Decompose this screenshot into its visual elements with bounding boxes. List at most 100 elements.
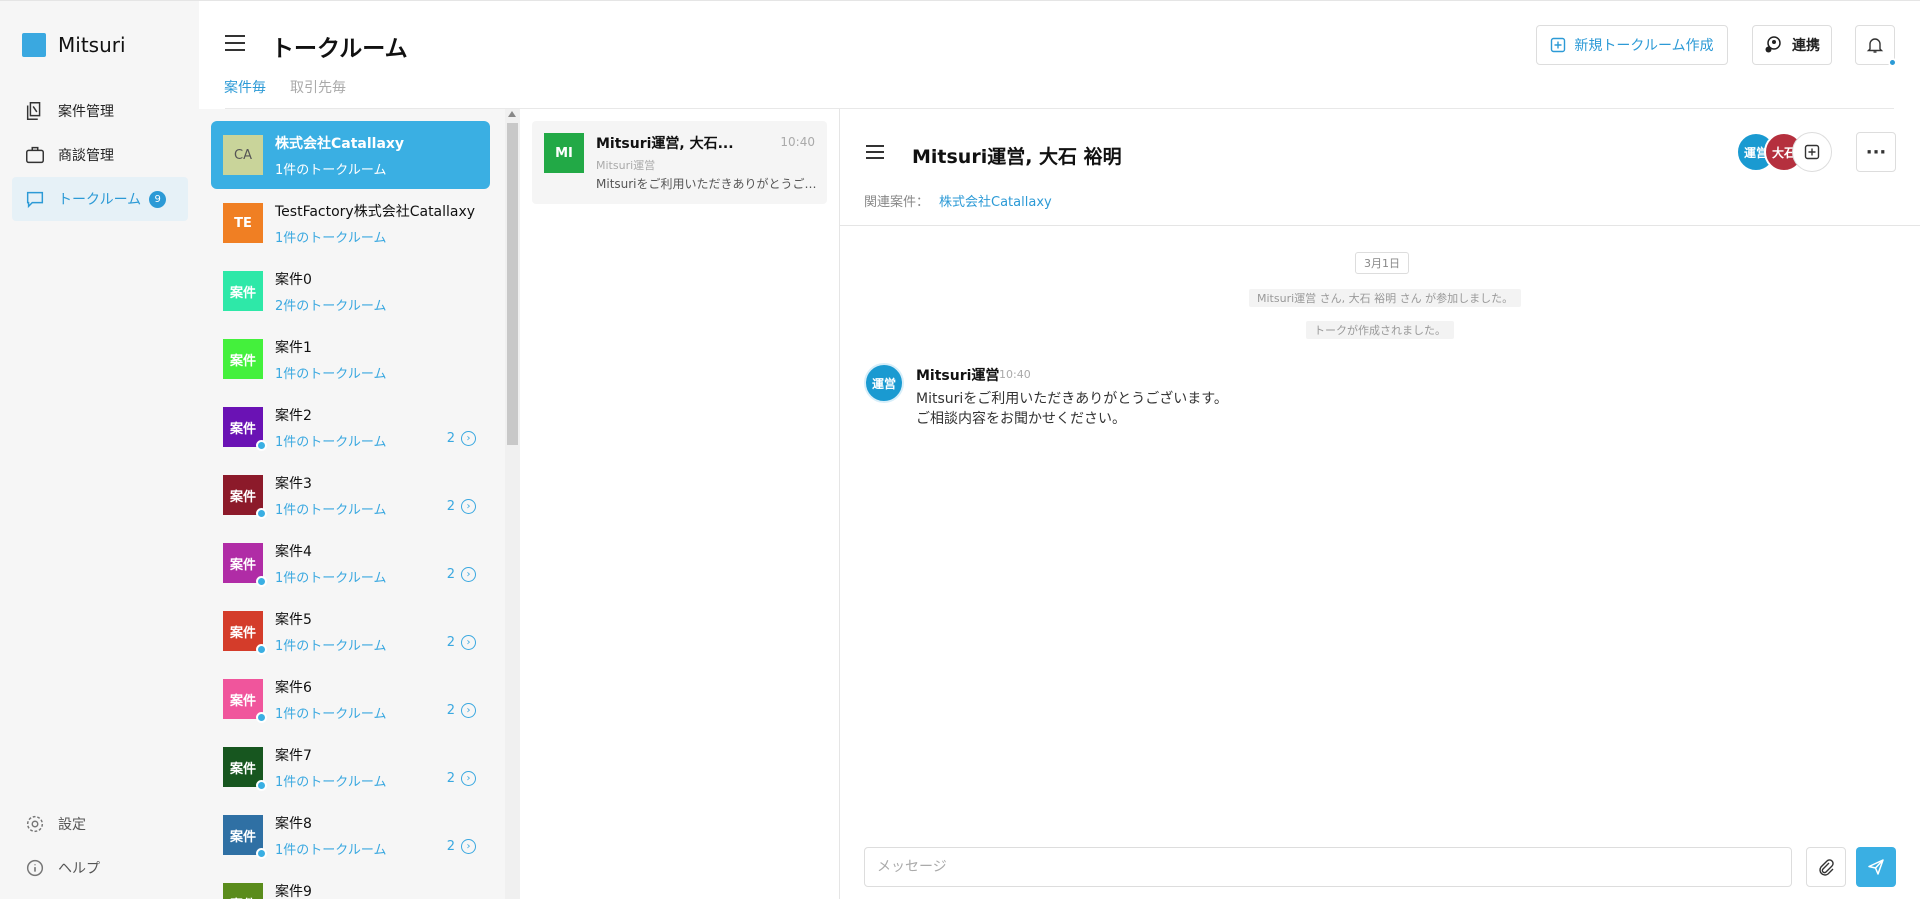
project-room-count: 1件のトークルーム: [275, 367, 387, 382]
project-avatar: 案件: [223, 611, 267, 655]
page-title: トークルーム: [271, 36, 408, 62]
paperclip-icon: [1819, 859, 1834, 876]
system-message: Mitsuri運営 さん, 大石 裕明 さん が参加しました。: [1249, 289, 1522, 307]
system-message: トークが作成されました。: [1306, 321, 1454, 339]
project-name: TestFactory株式会社Catallaxy: [275, 204, 476, 220]
message-text: ご相談内容をお聞かせください。: [916, 411, 1126, 427]
tab-bar: 案件毎 取引先毎: [224, 77, 346, 111]
project-item[interactable]: 案件 案件5 1件のトークルーム 2 ›: [211, 597, 490, 665]
project-name: 案件5: [275, 612, 312, 628]
unread-count: 2: [446, 839, 455, 854]
project-item[interactable]: 案件 案件7 1件のトークルーム 2 ›: [211, 733, 490, 801]
project-name: 案件4: [275, 544, 312, 560]
nav-item-settings[interactable]: 設定: [12, 802, 188, 846]
nav-item-label: トークルーム: [58, 192, 142, 208]
project-name: 案件1: [275, 340, 312, 356]
nav-item-label: 商談管理: [58, 148, 114, 164]
scrollbar[interactable]: [505, 109, 520, 899]
scrollbar-thumb[interactable]: [507, 123, 518, 445]
project-avatar: 案件: [223, 747, 267, 791]
project-name: 案件3: [275, 476, 312, 492]
project-item[interactable]: 案件 案件4 1件のトークルーム 2 ›: [211, 529, 490, 597]
related-project-link[interactable]: 株式会社Catallaxy: [939, 191, 1052, 210]
scroll-up-arrow[interactable]: [508, 111, 516, 117]
new-talkroom-button[interactable]: 新規トークルーム作成: [1536, 25, 1728, 65]
room-preview: Mitsuriをご利用いただきありがとうございます。: [596, 177, 818, 191]
project-item[interactable]: TE TestFactory株式会社Catallaxy 1件のトークルーム: [211, 189, 490, 257]
project-item[interactable]: 案件 案件3 1件のトークルーム 2 ›: [211, 461, 490, 529]
chevron-right-icon: ›: [461, 635, 476, 650]
connect-button[interactable]: 連携: [1752, 25, 1832, 65]
chat-bubble-icon: [26, 191, 44, 209]
project-room-count: 1件のトークルーム: [275, 843, 387, 858]
attach-button[interactable]: [1806, 847, 1846, 887]
nav-item-help[interactable]: ヘルプ: [12, 846, 188, 890]
add-member-button[interactable]: [1792, 132, 1832, 172]
brand-name: Mitsuri: [58, 33, 126, 57]
send-button[interactable]: [1856, 847, 1896, 887]
project-name: 株式会社Catallaxy: [275, 136, 405, 152]
project-avatar: CA: [223, 135, 263, 175]
message-time: 10:40: [999, 368, 1031, 381]
project-room-count: 1件のトークルーム: [275, 571, 387, 586]
menu-icon[interactable]: [225, 35, 245, 51]
project-name: 案件9: [275, 884, 312, 899]
message-sender: Mitsuri運営: [916, 368, 1000, 384]
project-avatar: TE: [223, 203, 263, 243]
project-avatar: 案件: [223, 883, 263, 899]
chat-panel: Mitsuri運営, 大石 裕明 関連案件： 株式会社Catallaxy 運営 …: [840, 109, 1920, 899]
message-input[interactable]: [864, 847, 1792, 887]
project-unread: 2 ›: [447, 839, 476, 854]
project-unread: 2 ›: [447, 703, 476, 718]
project-name: 案件2: [275, 408, 312, 424]
more-options-button[interactable]: ···: [1856, 132, 1896, 172]
nav-item-deals[interactable]: 商談管理: [12, 133, 188, 177]
room-item[interactable]: MI Mitsuri運営, 大石... 10:40 Mitsuri運営 Mits…: [532, 121, 827, 204]
unread-dot: [256, 780, 267, 791]
project-unread: 2 ›: [447, 771, 476, 786]
unread-badge: 9: [149, 190, 167, 208]
project-room-count: 1件のトークルーム: [275, 435, 387, 450]
related-project-label: 関連案件：: [864, 195, 930, 210]
room-list: MI Mitsuri運営, 大石... 10:40 Mitsuri運営 Mits…: [520, 109, 840, 899]
project-item[interactable]: CA 株式会社Catallaxy 1件のトークルーム: [211, 121, 490, 189]
unread-dot: [256, 508, 267, 519]
related-project: 関連案件： 株式会社Catallaxy: [864, 191, 1052, 210]
project-unread: 2 ›: [447, 567, 476, 582]
bell-icon: [1866, 38, 1884, 53]
nav-item-talkroom[interactable]: トークルーム 9: [12, 177, 188, 221]
project-avatar: 案件: [223, 339, 263, 379]
project-avatar: 案件: [223, 815, 267, 859]
project-item[interactable]: 案件 案件8 1件のトークルーム 2 ›: [211, 801, 490, 869]
tab-by-client[interactable]: 取引先毎: [290, 77, 346, 111]
project-room-count: 1件のトークルーム: [275, 231, 387, 246]
chevron-right-icon: ›: [461, 703, 476, 718]
nav-item-cases[interactable]: 案件管理: [12, 89, 188, 133]
project-room-count: 1件のトークルーム: [275, 707, 387, 722]
chat-menu-icon[interactable]: [866, 145, 884, 159]
chat-header: Mitsuri運営, 大石 裕明 関連案件： 株式会社Catallaxy 運営 …: [840, 109, 1920, 226]
project-unread: 2 ›: [447, 431, 476, 446]
project-item[interactable]: 案件 案件2 1件のトークルーム 2 ›: [211, 393, 490, 461]
project-room-count: 2件のトークルーム: [275, 299, 387, 314]
project-item[interactable]: 案件 案件0 2件のトークルーム: [211, 257, 490, 325]
unread-count: 2: [446, 567, 455, 582]
chevron-right-icon: ›: [461, 431, 476, 446]
project-item[interactable]: 案件 案件6 1件のトークルーム 2 ›: [211, 665, 490, 733]
project-avatar: 案件: [223, 271, 263, 311]
project-room-count: 1件のトークルーム: [275, 163, 387, 178]
notifications-button[interactable]: [1855, 25, 1897, 67]
connect-label: 連携: [1792, 38, 1820, 54]
page-header: トークルーム 案件毎 取引先毎 新規トークルーム作成 連携: [199, 0, 1920, 111]
chevron-right-icon: ›: [461, 839, 476, 854]
project-room-count: 1件のトークルーム: [275, 775, 387, 790]
project-item[interactable]: 案件案件9: [211, 869, 490, 899]
member-avatars: 運営 大石: [1736, 132, 1846, 172]
project-name: 案件8: [275, 816, 312, 832]
brand[interactable]: Mitsuri: [22, 33, 126, 57]
project-item[interactable]: 案件 案件1 1件のトークルーム: [211, 325, 490, 393]
nav-item-label: 案件管理: [58, 104, 114, 120]
room-time: 10:40: [780, 135, 815, 149]
tab-by-case[interactable]: 案件毎: [224, 77, 266, 111]
unread-dot: [256, 712, 267, 723]
